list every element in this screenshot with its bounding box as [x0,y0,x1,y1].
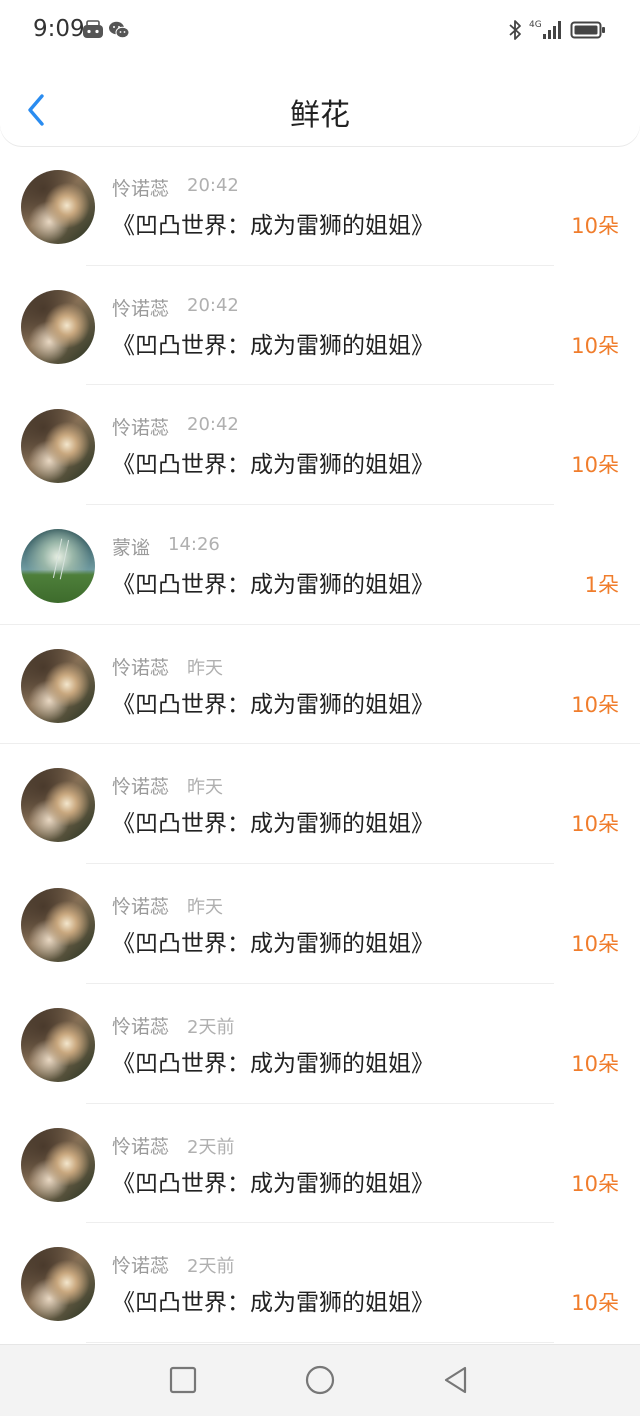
book-title[interactable]: 《凹凸世界：成为雷狮的姐姐》 [112,326,434,360]
item-time: 2天前 [187,1016,235,1038]
item-time: 20:42 [187,294,239,316]
book-title[interactable]: 《凹凸世界：成为雷狮的姐姐》 [112,685,434,719]
bluetooth-icon [509,20,521,40]
flower-count: 10朵 [571,1171,619,1196]
item-time: 2天前 [187,1256,235,1278]
flower-count: 1朵 [584,573,619,598]
flower-list[interactable]: 怜诺蕊 20:42 《凹凸世界：成为雷狮的姐姐》 10朵 怜诺蕊 20:42 《凹凸世界：成… [0,146,640,1343]
avatar[interactable] [21,1247,95,1322]
book-title[interactable]: 《凹凸世界：成为雷狮的姐姐》 [112,804,434,838]
home-button[interactable] [304,1364,336,1396]
avatar[interactable] [21,409,95,484]
item-time: 昨天 [187,657,223,679]
status-bar: 9:09 4G [0,0,640,64]
row-divider [86,1341,554,1343]
nav-bar: 鲜花 [0,70,640,146]
avatar[interactable] [21,170,95,244]
flower-count: 10朵 [571,1291,619,1316]
book-title[interactable]: 《凹凸世界：成为雷狮的姐姐》 [112,445,434,479]
username[interactable]: 怜诺蕊 [112,653,169,680]
avatar[interactable] [21,1007,95,1082]
item-time: 2天前 [187,1136,235,1158]
page-title: 鲜花 [290,98,350,133]
flower-count: 10朵 [571,333,619,358]
item-time: 昨天 [187,897,223,919]
item-time: 20:42 [187,414,239,436]
app-header: 9:09 4G 鲜花 [0,0,640,146]
username[interactable]: 怜诺蕊 [112,1251,169,1278]
item-time: 14:26 [168,534,220,556]
status-time: 9:09 [33,16,85,42]
recent-apps-button[interactable] [168,1365,198,1395]
system-nav-bar [0,1344,640,1416]
username[interactable]: 怜诺蕊 [112,772,169,799]
username[interactable]: 怜诺蕊 [112,413,169,440]
avatar[interactable] [21,888,95,963]
network-type: 4G [529,20,542,30]
list-item[interactable]: 怜诺蕊 20:42 《凹凸世界：成为雷狮的姐姐》 10朵 [0,266,640,386]
flower-count: 10朵 [571,453,619,478]
book-title[interactable]: 《凹凸世界：成为雷狮的姐姐》 [112,924,434,958]
username[interactable]: 怜诺蕊 [112,174,169,201]
avatar[interactable] [21,648,95,723]
battery-icon [570,21,605,39]
list-item[interactable]: 怜诺蕊 昨天《凹凸世界：成为雷狮的姐姐》 10朵 [0,744,640,865]
list-item[interactable]: 怜诺蕊 昨天《凹凸世界：成为雷狮的姐姐》 10朵 [0,625,640,745]
book-title[interactable]: 《凹凸世界：成为雷狮的姐姐》 [112,565,434,599]
status-right-icons: 4G [508,18,606,42]
item-time: 昨天 [187,777,223,799]
flower-count: 10朵 [571,1051,619,1076]
back-triangle-icon [444,1366,467,1394]
avatar[interactable] [21,289,95,364]
list-item[interactable]: 怜诺蕊 2天前《凹凸世界：成为雷狮的姐姐》 10朵 [0,1104,640,1224]
list-item[interactable]: 怜诺蕊 20:42 《凹凸世界：成为雷狮的姐姐》 10朵 [0,146,640,266]
avatar[interactable] [21,529,95,604]
flower-count: 10朵 [571,932,619,957]
list-item[interactable]: 怜诺蕊 20:42 《凹凸世界：成为雷狮的姐姐》 10朵 [0,385,640,506]
flower-count: 10朵 [571,214,619,238]
username[interactable]: 怜诺蕊 [112,1012,169,1039]
book-title[interactable]: 《凹凸世界：成为雷狮的姐姐》 [112,1164,434,1198]
signal-icon: 4G [529,20,561,39]
username[interactable]: 怜诺蕊 [112,892,169,919]
flower-count: 10朵 [571,812,619,837]
game-controller-icon [83,20,103,38]
home-icon [305,1365,335,1395]
list-item[interactable]: 蒙谧 14:26 《凹凸世界：成为雷狮的姐姐》 1朵 [0,505,640,625]
username[interactable]: 怜诺蕊 [112,294,169,321]
book-title[interactable]: 《凹凸世界：成为雷狮的姐姐》 [112,1044,434,1078]
system-back-button[interactable] [441,1365,471,1395]
list-item[interactable]: 怜诺蕊 昨天《凹凸世界：成为雷狮的姐姐》 10朵 [0,864,640,984]
username[interactable]: 蒙谧 [112,533,150,560]
avatar-ladder [52,538,70,580]
username[interactable]: 怜诺蕊 [112,1132,169,1159]
recent-apps-icon [169,1366,197,1394]
list-item[interactable]: 怜诺蕊 2天前《凹凸世界：成为雷狮的姐姐》 10朵 [0,984,640,1104]
avatar[interactable] [21,768,95,843]
item-time: 20:42 [187,175,239,196]
book-title[interactable]: 《凹凸世界：成为雷狮的姐姐》 [112,1283,434,1317]
wechat-icon [109,21,130,39]
list-item[interactable]: 怜诺蕊 2天前《凹凸世界：成为雷狮的姐姐》 10朵 [0,1223,640,1343]
avatar[interactable] [21,1127,95,1202]
book-title[interactable]: 《凹凸世界：成为雷狮的姐姐》 [112,206,434,240]
flower-count: 10朵 [571,692,619,717]
